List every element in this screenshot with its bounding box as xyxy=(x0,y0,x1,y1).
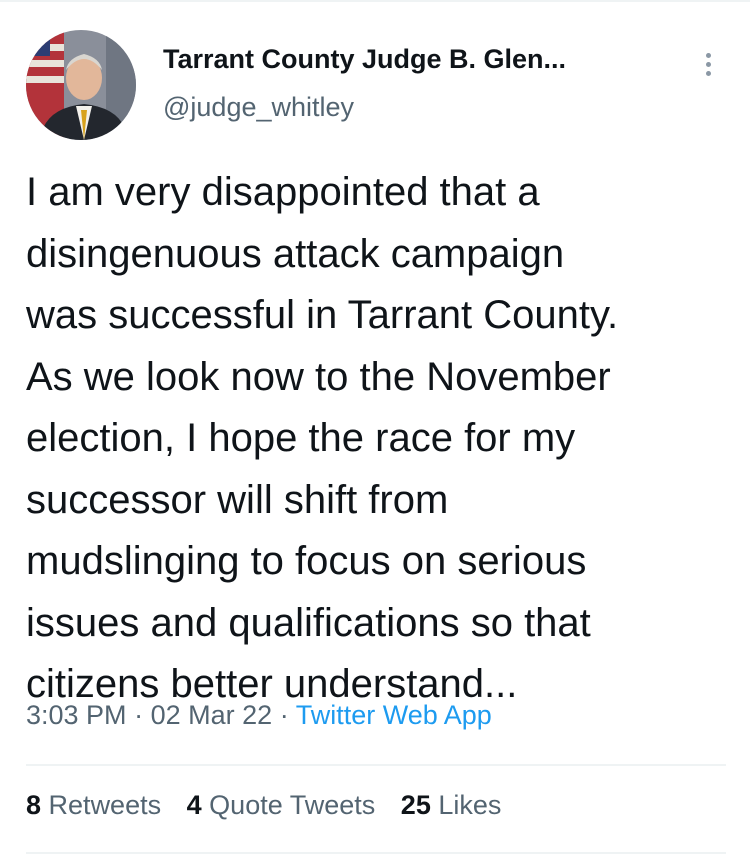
tweet-line: was successful in Tarrant County. xyxy=(26,293,619,337)
tweet-date[interactable]: 02 Mar 22 xyxy=(151,700,273,730)
avatar[interactable] xyxy=(26,30,136,140)
tweet-meta: 3:03 PM · 02 Mar 22 · Twitter Web App xyxy=(26,700,492,731)
dot xyxy=(705,52,711,58)
likes-stat[interactable]: 25 Likes xyxy=(401,790,502,820)
meta-separator: · xyxy=(279,700,289,730)
tweet-time[interactable]: 3:03 PM xyxy=(26,700,127,730)
dot xyxy=(705,61,711,67)
more-vertical-icon[interactable] xyxy=(690,44,726,84)
likes-label: Likes xyxy=(438,790,502,820)
retweets-label: Retweets xyxy=(48,790,162,820)
tweet-source-link[interactable]: Twitter Web App xyxy=(296,700,492,730)
tweet-line: disingenuous attack campaign xyxy=(26,231,565,276)
dot xyxy=(705,70,711,76)
tweet-view: Tarrant County Judge B. Glen... @judge_w… xyxy=(0,0,750,860)
tweet-line: As we look now to the November xyxy=(26,354,611,399)
author-handle[interactable]: @judge_whitley xyxy=(163,92,354,123)
tweet-line: I am very disappointed that a xyxy=(26,170,540,214)
retweets-count: 8 xyxy=(26,790,42,820)
tweet-line: issues and qualifications so that xyxy=(26,600,591,645)
author-name[interactable]: Tarrant County Judge B. Glen... xyxy=(163,44,566,75)
tweet-text: I am very disappointed that a disingenuo… xyxy=(26,162,736,716)
meta-separator: · xyxy=(134,700,144,730)
tweet-line: successor will shift from xyxy=(26,477,449,522)
tweet-stats: 8 Retweets 4 Quote Tweets 25 Likes xyxy=(26,790,519,821)
avatar-photo-icon xyxy=(26,30,136,140)
quote-tweets-stat[interactable]: 4 Quote Tweets xyxy=(187,790,376,820)
top-divider xyxy=(0,0,750,2)
quote-tweets-label: Quote Tweets xyxy=(209,790,376,820)
likes-count: 25 xyxy=(400,790,431,820)
tweet-line: mudslinging to focus on serious xyxy=(26,539,587,583)
divider xyxy=(26,852,726,854)
divider xyxy=(26,764,726,766)
quote-tweets-count: 4 xyxy=(186,790,202,820)
retweets-stat[interactable]: 8 Retweets xyxy=(26,790,161,820)
tweet-line: election, I hope the race for my xyxy=(26,416,576,460)
